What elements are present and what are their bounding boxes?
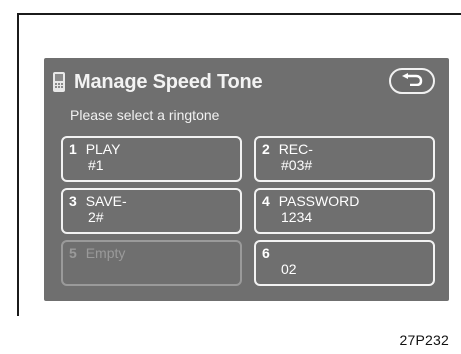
ringtone-name: REC- (278, 141, 313, 157)
return-arrow-icon (400, 72, 424, 91)
ringtone-value: 1234 (281, 209, 313, 225)
ringtone-grid: 1 PLAY #1 2 REC- #03# 3 SAVE- 2# 4 PASSW… (61, 136, 435, 288)
ringtone-number: 6 (262, 245, 270, 261)
ringtone-name: Empty (85, 245, 126, 261)
manage-speed-tone-screen: Manage Speed Tone Please select a ringto… (44, 58, 449, 301)
ringtone-value: 2# (88, 209, 104, 225)
ringtone-button-6[interactable]: 6 02 (254, 240, 435, 286)
page-title: Manage Speed Tone (74, 70, 263, 93)
screen-subtitle: Please select a ringtone (70, 107, 220, 123)
ringtone-label: 3 SAVE- (69, 193, 240, 209)
ringtone-value: #03# (281, 157, 313, 173)
ringtone-button-3[interactable]: 3 SAVE- 2# (61, 188, 242, 234)
ringtone-value: #1 (88, 157, 104, 173)
ringtone-label: 5 Empty (69, 245, 240, 261)
ringtone-label: 6 (262, 245, 433, 261)
ringtone-button-4[interactable]: 4 PASSWORD 1234 (254, 188, 435, 234)
ringtone-value: 02 (281, 261, 297, 277)
ringtone-label: 1 PLAY (69, 141, 240, 157)
screen-header: Manage Speed Tone (52, 68, 263, 96)
ringtone-number: 5 (69, 245, 77, 261)
image-code: 27P232 (399, 332, 449, 348)
ringtone-button-5[interactable]: 5 Empty (61, 240, 242, 286)
ringtone-number: 2 (262, 141, 270, 157)
ringtone-label: 2 REC- (262, 141, 433, 157)
ringtone-number: 3 (69, 193, 77, 209)
back-button[interactable] (389, 68, 435, 94)
ringtone-number: 4 (262, 193, 270, 209)
ringtone-button-1[interactable]: 1 PLAY #1 (61, 136, 242, 182)
ringtone-label: 4 PASSWORD (262, 193, 433, 209)
ringtone-button-2[interactable]: 2 REC- #03# (254, 136, 435, 182)
phone-icon (52, 71, 66, 93)
ringtone-name: SAVE- (85, 193, 127, 209)
ringtone-number: 1 (69, 141, 77, 157)
ringtone-name: PASSWORD (278, 193, 360, 209)
ringtone-name: PLAY (85, 141, 121, 157)
